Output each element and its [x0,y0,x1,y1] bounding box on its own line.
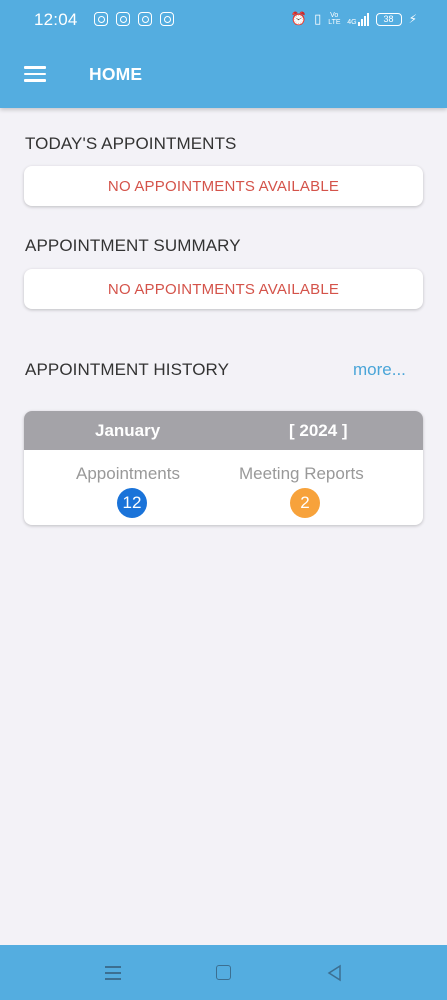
page-title: HOME [89,64,143,84]
battery-icon: 38 [375,12,402,26]
app-bar: 12:04 ⏰ ▯ Vo LTE 4G 38 ⚡ HOME [0,0,447,108]
volte-icon: Vo LTE [328,12,341,26]
back-triangle-icon[interactable] [326,964,344,982]
vibrate-icon: ▯ [314,11,322,26]
more-link[interactable]: more... [353,360,406,380]
history-year: [ 2024 ] [289,421,348,440]
appointment-summary-card: NO APPOINTMENTS AVAILABLE [24,269,423,309]
appointment-history-title: APPOINTMENT HISTORY [25,360,230,379]
todays-appointments-empty-message: NO APPOINTMENTS AVAILABLE [107,177,340,195]
system-icons: ⏰ ▯ Vo LTE 4G 38 ⚡ [291,11,417,27]
instagram-icon [160,12,174,26]
signal-icon: 4G [347,12,369,26]
home-square-icon[interactable] [216,965,231,980]
appointment-history-card[interactable]: January [ 2024 ] Appointments 12 Meeting… [24,411,423,525]
instagram-icon [116,12,130,26]
todays-appointments-title: TODAY'S APPOINTMENTS [25,134,237,153]
status-bar: 12:04 ⏰ ▯ Vo LTE 4G 38 ⚡ [0,0,447,40]
status-time: 12:04 [34,10,78,29]
menu-icon[interactable] [105,964,123,982]
system-nav-bar [0,945,447,1000]
hamburger-menu-icon[interactable] [24,66,46,82]
appointment-summary-title: APPOINTMENT SUMMARY [25,236,241,255]
history-month: January [95,421,161,440]
charging-icon: ⚡ [408,12,417,26]
todays-appointments-card: NO APPOINTMENTS AVAILABLE [24,166,423,206]
notification-icons [94,12,174,26]
alarm-icon: ⏰ [290,11,308,26]
appointments-label: Appointments [76,464,180,483]
history-header: January [ 2024 ] [24,411,423,450]
meeting-reports-label: Meeting Reports [239,464,364,483]
instagram-icon [138,12,152,26]
appointments-count-badge[interactable]: 12 [117,488,147,518]
appointment-summary-empty-message: NO APPOINTMENTS AVAILABLE [107,280,340,298]
instagram-icon [94,12,108,26]
meeting-reports-count-badge[interactable]: 2 [290,488,320,518]
